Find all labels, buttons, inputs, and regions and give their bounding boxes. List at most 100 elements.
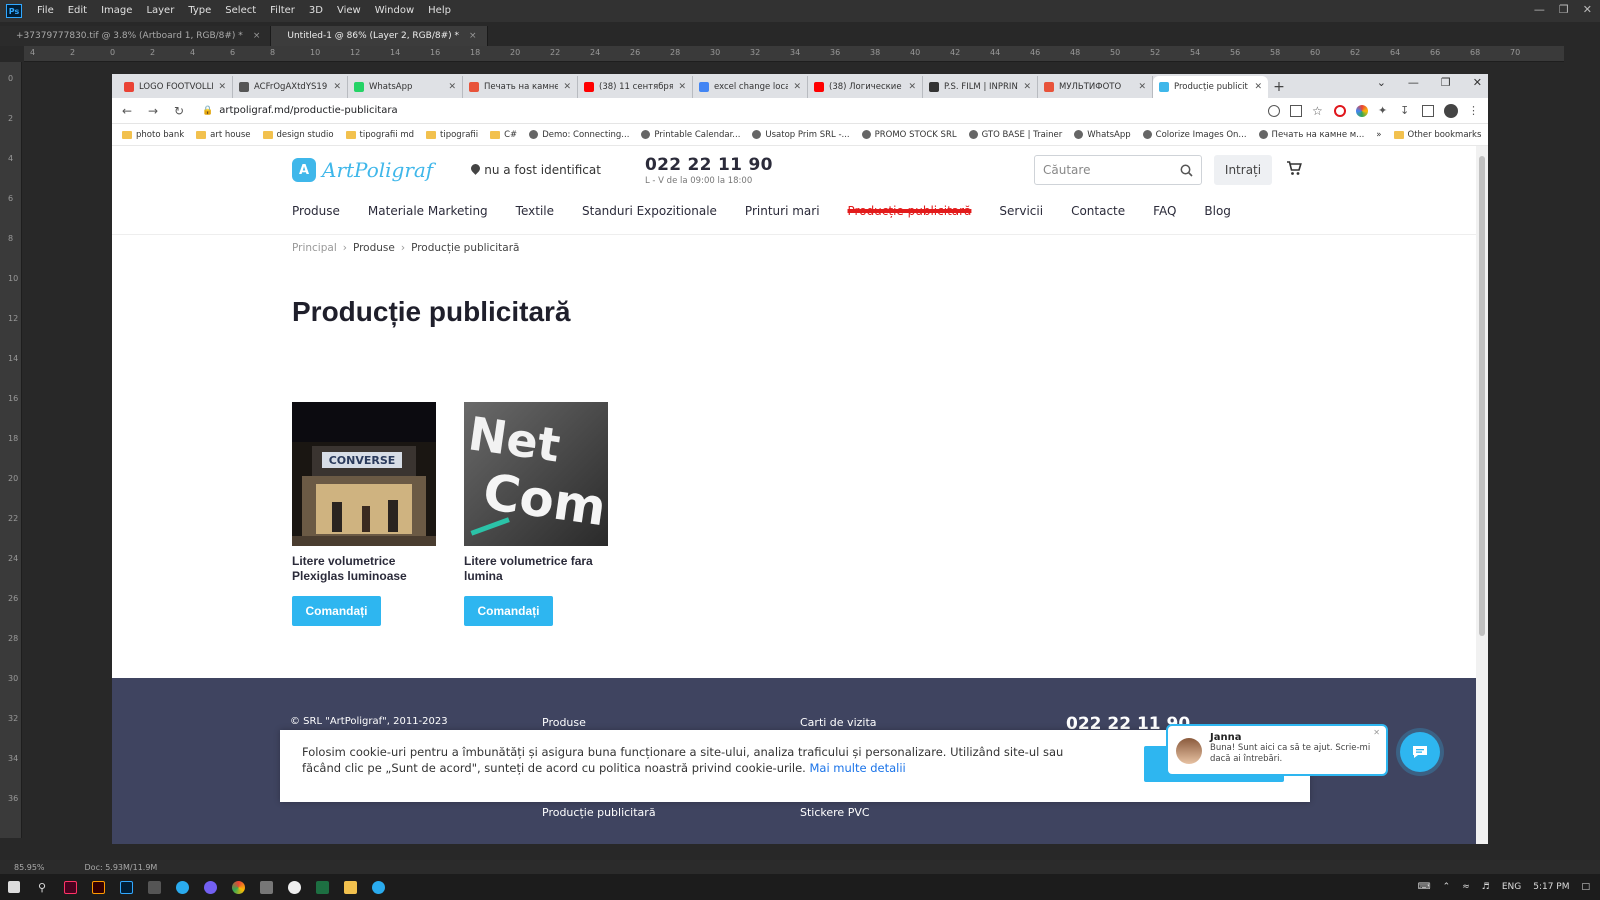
app-icon[interactable] bbox=[140, 874, 168, 900]
nav-item[interactable]: Printuri mari bbox=[745, 204, 820, 218]
bookmark-item[interactable]: photo bank bbox=[122, 130, 184, 140]
nav-item[interactable]: Blog bbox=[1204, 204, 1231, 218]
bookmark-item[interactable]: art house bbox=[196, 130, 251, 140]
close-tab-icon[interactable]: ✕ bbox=[448, 82, 456, 92]
share-icon[interactable] bbox=[1290, 104, 1302, 117]
bookmark-item[interactable]: C# bbox=[490, 130, 517, 140]
scrollbar-thumb[interactable] bbox=[1479, 156, 1485, 636]
clock[interactable]: 5:17 PM bbox=[1533, 882, 1569, 892]
close-tab-icon[interactable]: ✕ bbox=[1023, 82, 1031, 92]
telegram-icon[interactable] bbox=[364, 874, 392, 900]
menu-image[interactable]: Image bbox=[94, 0, 139, 22]
bookmark-item[interactable]: tipografii bbox=[426, 130, 478, 140]
nav-item[interactable]: Materiale Marketing bbox=[368, 204, 488, 218]
browser-minimize-icon[interactable]: — bbox=[1408, 76, 1419, 89]
messenger-icon[interactable] bbox=[280, 874, 308, 900]
order-button[interactable]: Comandați bbox=[464, 596, 553, 626]
menu-3d[interactable]: 3D bbox=[302, 0, 330, 22]
product-image-converse[interactable]: CONVERSE bbox=[292, 402, 436, 546]
close-tab-icon[interactable]: ✕ bbox=[678, 82, 686, 92]
reload-icon[interactable]: ↻ bbox=[172, 104, 186, 118]
other-bookmarks[interactable]: Other bookmarks bbox=[1393, 130, 1481, 140]
close-tab-icon[interactable]: × bbox=[253, 26, 261, 46]
browser-restore-icon[interactable]: ❐ bbox=[1441, 76, 1451, 89]
tab-search-icon[interactable]: ⌄ bbox=[1377, 76, 1386, 89]
login-button[interactable]: Intrați bbox=[1214, 155, 1272, 185]
wifi-icon[interactable]: ≈ bbox=[1462, 882, 1470, 892]
close-tab-icon[interactable]: ✕ bbox=[218, 82, 226, 92]
url-bar[interactable]: 🔒 artpoligraf.md/productie-publicitara bbox=[198, 101, 1256, 121]
breadcrumb-home[interactable]: Principal bbox=[292, 242, 337, 254]
menu-dots-icon[interactable]: ⋮ bbox=[1468, 104, 1480, 117]
viber-icon[interactable] bbox=[196, 874, 224, 900]
document-tab[interactable]: +37379777830.tif @ 3.8% (Artboard 1, RGB… bbox=[0, 26, 272, 46]
location-selector[interactable]: nu a fost identificat bbox=[471, 163, 601, 177]
footer-link-stickere[interactable]: Stickere PVC bbox=[800, 806, 870, 819]
extensions-icon[interactable]: ✦ bbox=[1378, 104, 1390, 117]
tray-up-icon[interactable]: ⌃ bbox=[1443, 882, 1451, 892]
file-explorer-icon[interactable] bbox=[336, 874, 364, 900]
photoshop-icon[interactable] bbox=[112, 874, 140, 900]
close-tab-icon[interactable]: ✕ bbox=[908, 82, 916, 92]
browser-tab[interactable]: WhatsApp ✕ bbox=[348, 76, 463, 98]
chat-button[interactable] bbox=[1400, 732, 1440, 772]
close-tab-icon[interactable]: ✕ bbox=[1254, 82, 1262, 92]
nav-item[interactable]: Contacte bbox=[1071, 204, 1125, 218]
bookmark-item[interactable]: WhatsApp bbox=[1074, 130, 1131, 140]
restore-icon[interactable]: ❐ bbox=[1559, 0, 1569, 20]
eye-off-icon[interactable] bbox=[1268, 104, 1280, 117]
header-phone[interactable]: 022 22 11 90 bbox=[645, 155, 773, 175]
product-title[interactable]: Litere volumetrice Plexiglas luminoase bbox=[292, 554, 436, 586]
cookie-more-link[interactable]: Mai multe detalii bbox=[809, 761, 905, 775]
sidepanel-icon[interactable] bbox=[1422, 104, 1434, 117]
minimize-icon[interactable]: — bbox=[1534, 0, 1545, 20]
opera-icon[interactable] bbox=[1334, 104, 1346, 117]
nav-item[interactable]: Produse bbox=[292, 204, 340, 218]
menu-file[interactable]: File bbox=[30, 0, 61, 22]
bookmark-item[interactable]: design studio bbox=[262, 130, 334, 140]
bookmark-item[interactable]: PROMO STOCK SRL bbox=[861, 130, 957, 140]
language-indicator[interactable]: ENG bbox=[1502, 882, 1521, 892]
close-tab-icon[interactable]: × bbox=[469, 26, 477, 46]
windows-start-icon[interactable] bbox=[0, 874, 28, 900]
bookmark-item[interactable]: tipografii md bbox=[345, 130, 414, 140]
nav-item[interactable]: Servicii bbox=[999, 204, 1043, 218]
browser-tab[interactable]: Печать на камне ✕ bbox=[463, 76, 578, 98]
forward-icon[interactable]: → bbox=[146, 104, 160, 118]
download-icon[interactable]: ↧ bbox=[1400, 104, 1412, 117]
nav-item[interactable]: Standuri Expozitionale bbox=[582, 204, 717, 218]
menu-filter[interactable]: Filter bbox=[263, 0, 302, 22]
nav-item[interactable]: Producție publicitară bbox=[848, 204, 972, 218]
footer-link-carti-de-vizita[interactable]: Carti de vizita bbox=[800, 716, 877, 729]
chat-close-icon[interactable]: ✕ bbox=[1373, 728, 1380, 737]
close-tab-icon[interactable]: ✕ bbox=[793, 82, 801, 92]
menu-edit[interactable]: Edit bbox=[61, 0, 94, 22]
bookmark-item[interactable]: GTO BASE | Trainer bbox=[968, 130, 1062, 140]
photoshop-logo-icon[interactable]: Ps bbox=[6, 4, 22, 18]
calculator-icon[interactable] bbox=[252, 874, 280, 900]
nav-item[interactable]: Textile bbox=[516, 204, 554, 218]
browser-tab[interactable]: Producție publicit ✕ bbox=[1153, 76, 1268, 98]
menu-layer[interactable]: Layer bbox=[139, 0, 181, 22]
color-extension-icon[interactable] bbox=[1356, 104, 1368, 117]
browser-tab[interactable]: excel change local ✕ bbox=[693, 76, 808, 98]
product-image-netcom[interactable]: Net Com bbox=[464, 402, 608, 546]
telegram-icon[interactable] bbox=[168, 874, 196, 900]
bookmark-item[interactable]: Demo: Connecting... bbox=[529, 130, 629, 140]
notifications-icon[interactable]: □ bbox=[1581, 882, 1590, 892]
product-card[interactable]: CONVERSE Litere volumetrice Plexiglas lu… bbox=[292, 402, 436, 626]
profile-avatar[interactable] bbox=[1444, 103, 1458, 118]
menu-select[interactable]: Select bbox=[218, 0, 263, 22]
browser-tab[interactable]: МУЛЬТИФОТО ✕ bbox=[1038, 76, 1153, 98]
browser-close-icon[interactable]: ✕ bbox=[1473, 76, 1482, 89]
cart-icon[interactable] bbox=[1286, 160, 1302, 180]
menu-type[interactable]: Type bbox=[181, 0, 218, 22]
chat-popup[interactable]: Janna Buna! Sunt aici ca să te ajut. Scr… bbox=[1166, 724, 1388, 776]
keyboard-icon[interactable]: ⌨ bbox=[1418, 882, 1431, 892]
back-icon[interactable]: ← bbox=[120, 104, 134, 118]
menu-view[interactable]: View bbox=[330, 0, 368, 22]
illustrator-icon[interactable] bbox=[84, 874, 112, 900]
bookmark-item[interactable]: Печать на камне м... bbox=[1258, 130, 1364, 140]
bookmarks-more[interactable]: » bbox=[1376, 130, 1381, 140]
footer-link-produse[interactable]: Produse bbox=[542, 716, 586, 729]
